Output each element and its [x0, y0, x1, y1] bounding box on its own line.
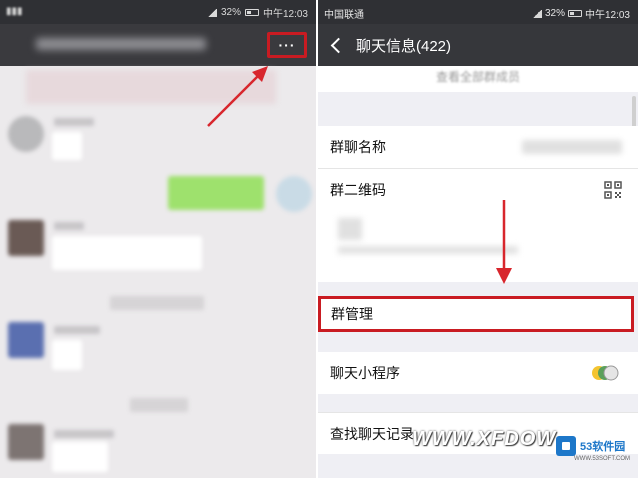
- logo-subtext: WWW.53SOFT.COM: [574, 456, 630, 462]
- logo-text: 53软件园: [578, 438, 628, 454]
- status-bar: ▮▮▮ 32% 中午12:03: [0, 0, 316, 24]
- announcement-text-blurred: [338, 246, 518, 254]
- nickname: [54, 118, 94, 126]
- page-title: 聊天信息(422): [356, 37, 452, 55]
- avatar: [8, 424, 44, 460]
- nickname: [54, 222, 84, 230]
- avatar: [8, 322, 44, 358]
- panel-divider: [316, 0, 318, 478]
- mini-program-icon: [592, 365, 619, 381]
- group-qrcode-row[interactable]: 群二维码: [318, 168, 638, 210]
- chat-title-blurred: [36, 38, 206, 50]
- watermark-text: WWW.XFDOW: [412, 428, 557, 450]
- carrier-text: ▮▮▮: [6, 6, 23, 17]
- group-manage-row[interactable]: 群管理: [318, 296, 634, 332]
- message-bubble: [52, 442, 108, 472]
- see-all-members-link[interactable]: 查看全部群成员: [318, 66, 638, 92]
- message-bubble: [52, 340, 82, 370]
- status-time: 中午12:03: [262, 9, 308, 20]
- message-bubble: [52, 236, 202, 270]
- own-message-bubble: [168, 176, 264, 210]
- group-name-label: 群聊名称: [330, 139, 386, 155]
- chat-mini-program-row[interactable]: 聊天小程序: [318, 352, 638, 394]
- red-packet-blur: [26, 70, 276, 104]
- chat-mini-program-label: 聊天小程序: [330, 365, 400, 381]
- title-bar: 聊天信息(422): [318, 24, 638, 66]
- chat-info-screen: 中国联通 32% 中午12:03 聊天信息(422) 查看全部群成员 群聊名称 …: [318, 0, 638, 478]
- battery-percent: 32%: [220, 7, 241, 18]
- group-manage-label: 群管理: [331, 306, 373, 322]
- logo-icon: [556, 436, 576, 456]
- battery-percent: 32%: [544, 8, 565, 19]
- battery-icon: [567, 10, 582, 17]
- site-logo: 53软件园: [556, 436, 628, 456]
- time-stamp: [130, 398, 188, 412]
- message-bubble: [52, 132, 82, 160]
- status-bar: 中国联通 32% 中午12:03: [318, 0, 638, 24]
- see-all-label: 查看全部群成员: [435, 70, 520, 84]
- more-dots-icon: ···: [278, 37, 296, 53]
- signal-icon: [206, 8, 217, 17]
- chat-screen: ▮▮▮ 32% 中午12:03 ···: [0, 0, 316, 478]
- group-qrcode-label: 群二维码: [330, 181, 386, 198]
- battery-icon: [244, 9, 259, 16]
- own-avatar: [276, 176, 312, 212]
- status-time: 中午12:03: [584, 10, 630, 21]
- nickname: [54, 326, 100, 334]
- avatar: [8, 220, 44, 256]
- more-options-button[interactable]: ···: [267, 32, 307, 58]
- avatar: [8, 116, 44, 152]
- group-name-value-blurred: [522, 140, 622, 154]
- signal-icon: [531, 9, 542, 18]
- announcement-label-blurred: [338, 218, 362, 240]
- carrier-text: 中国联通: [324, 10, 364, 21]
- back-arrow-icon[interactable]: [326, 24, 350, 66]
- qrcode-icon: [604, 181, 622, 199]
- group-announcement-blurred[interactable]: [318, 210, 638, 282]
- group-name-row[interactable]: 群聊名称: [318, 126, 638, 168]
- nickname: [54, 430, 114, 438]
- time-stamp: [110, 296, 204, 310]
- search-chat-history-label: 查找聊天记录: [330, 425, 414, 442]
